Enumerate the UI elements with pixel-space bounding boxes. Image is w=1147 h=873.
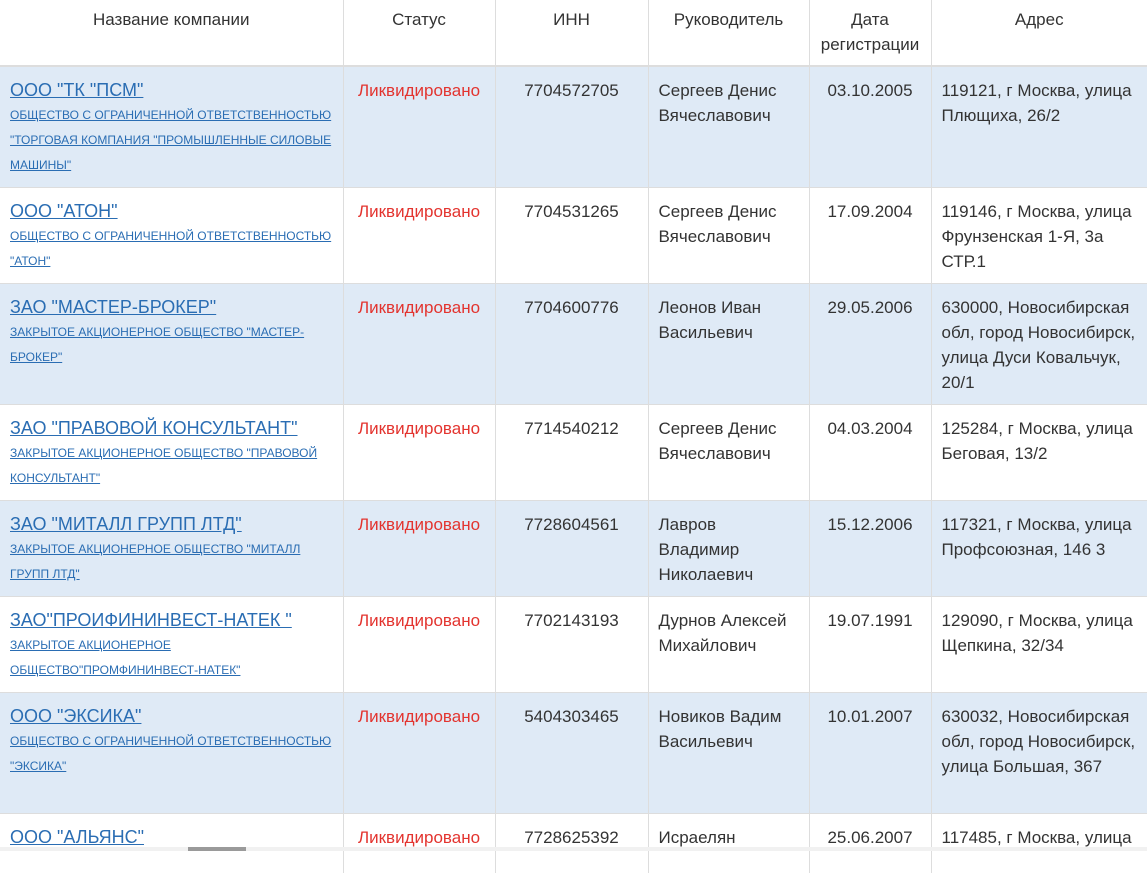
table-row: ООО "ЭКСИКА" ОБЩЕСТВО С ОГРАНИЧЕННОЙ ОТВ… (0, 691, 1147, 813)
company-name-cell: ЗАО "МИТАЛЛ ГРУПП ЛТД" ЗАКРЫТОЕ АКЦИОНЕР… (0, 499, 344, 596)
registration-date-cell: 17.09.2004 (809, 186, 932, 283)
inn-cell: 7704572705 (495, 65, 649, 187)
company-short-name-link[interactable]: ООО "ЭКСИКА" (10, 704, 337, 729)
company-name-cell: ЗАО "МАСТЕР-БРОКЕР" ЗАКРЫТОЕ АКЦИОНЕРНОЕ… (0, 282, 344, 404)
companies-table: Название компании Статус ИНН Руководител… (0, 0, 1147, 873)
header-address: Адрес (931, 0, 1147, 67)
company-full-name-link[interactable]: ЗАКРЫТОЕ АКЦИОНЕРНОЕ ОБЩЕСТВО "ПРАВОВОЙ … (10, 441, 337, 491)
company-name-cell: ЗАО"ПРОИФИНИНВЕСТ-НАТЕК " ЗАКРЫТОЕ АКЦИО… (0, 595, 344, 692)
registration-date-cell: 04.03.2004 (809, 403, 932, 500)
scrollbar-thumb[interactable] (188, 847, 246, 851)
address-cell: 119146, г Москва, улица Фрунзенская 1-Я,… (931, 186, 1147, 283)
header-company-name: Название компании (0, 0, 344, 67)
address-cell: 117485, г Москва, улица (931, 812, 1147, 873)
inn-cell: 7728625392 (495, 812, 649, 873)
registration-date-cell: 19.07.1991 (809, 595, 932, 692)
status-cell: Ликвидировано (343, 403, 496, 500)
table-row: ЗАО "МИТАЛЛ ГРУПП ЛТД" ЗАКРЫТОЕ АКЦИОНЕР… (0, 499, 1147, 596)
director-cell: Исраелян (648, 812, 810, 873)
company-short-name-link[interactable]: ЗАО "ПРАВОВОЙ КОНСУЛЬТАНТ" (10, 416, 337, 441)
table-row: ООО "АТОН" ОБЩЕСТВО С ОГРАНИЧЕННОЙ ОТВЕТ… (0, 186, 1147, 283)
registration-date-cell: 15.12.2006 (809, 499, 932, 596)
director-cell: Новиков Вадим Васильевич (648, 691, 810, 813)
status-cell: Ликвидировано (343, 65, 496, 187)
status-cell: Ликвидировано (343, 691, 496, 813)
header-director: Руководитель (648, 0, 810, 67)
registration-date-cell: 29.05.2006 (809, 282, 932, 404)
header-inn: ИНН (495, 0, 649, 67)
company-short-name-link[interactable]: ООО "АЛЬЯНС" (10, 825, 337, 850)
company-name-cell: ООО "ЭКСИКА" ОБЩЕСТВО С ОГРАНИЧЕННОЙ ОТВ… (0, 691, 344, 813)
table-row: ЗАО "МАСТЕР-БРОКЕР" ЗАКРЫТОЕ АКЦИОНЕРНОЕ… (0, 282, 1147, 404)
company-full-name-link[interactable]: ЗАКРЫТОЕ АКЦИОНЕРНОЕ ОБЩЕСТВО"ПРОМФИНИНВ… (10, 633, 337, 683)
header-row: Название компании Статус ИНН Руководител… (0, 0, 1147, 67)
table-row: ЗАО"ПРОИФИНИНВЕСТ-НАТЕК " ЗАКРЫТОЕ АКЦИО… (0, 595, 1147, 692)
status-cell: Ликвидировано (343, 282, 496, 404)
table-header: Название компании Статус ИНН Руководител… (0, 0, 1147, 67)
status-cell: Ликвидировано (343, 186, 496, 283)
company-short-name-link[interactable]: ЗАО "МИТАЛЛ ГРУПП ЛТД" (10, 512, 337, 537)
header-status: Статус (343, 0, 496, 67)
table-body: ООО "ТК "ПСМ" ОБЩЕСТВО С ОГРАНИЧЕННОЙ ОТ… (0, 65, 1147, 873)
director-cell: Сергеев Денис Вячеславович (648, 186, 810, 283)
address-cell: 119121, г Москва, улица Плющиха, 26/2 (931, 65, 1147, 187)
table-row: ООО "АЛЬЯНС" Ликвидировано 7728625392 Ис… (0, 812, 1147, 873)
director-cell: Сергеев Денис Вячеславович (648, 403, 810, 500)
registration-date-cell: 25.06.2007 (809, 812, 932, 873)
status-cell: Ликвидировано (343, 812, 496, 873)
inn-cell: 7704531265 (495, 186, 649, 283)
table-row: ЗАО "ПРАВОВОЙ КОНСУЛЬТАНТ" ЗАКРЫТОЕ АКЦИ… (0, 403, 1147, 500)
inn-cell: 7702143193 (495, 595, 649, 692)
table-row: ООО "ТК "ПСМ" ОБЩЕСТВО С ОГРАНИЧЕННОЙ ОТ… (0, 65, 1147, 187)
director-cell: Лавров Владимир Николаевич (648, 499, 810, 596)
company-full-name-link[interactable]: ЗАКРЫТОЕ АКЦИОНЕРНОЕ ОБЩЕСТВО "МИТАЛЛ ГР… (10, 537, 337, 587)
header-registration-date: Дата регистрации (809, 0, 932, 67)
inn-cell: 5404303465 (495, 691, 649, 813)
company-short-name-link[interactable]: ООО "АТОН" (10, 199, 337, 224)
inn-cell: 7704600776 (495, 282, 649, 404)
company-name-cell: ООО "ТК "ПСМ" ОБЩЕСТВО С ОГРАНИЧЕННОЙ ОТ… (0, 65, 344, 187)
company-short-name-link[interactable]: ЗАО"ПРОИФИНИНВЕСТ-НАТЕК " (10, 608, 337, 633)
company-short-name-link[interactable]: ЗАО "МАСТЕР-БРОКЕР" (10, 295, 337, 320)
company-name-cell: ООО "АЛЬЯНС" (0, 812, 344, 873)
director-cell: Дурнов Алексей Михайлович (648, 595, 810, 692)
company-name-cell: ЗАО "ПРАВОВОЙ КОНСУЛЬТАНТ" ЗАКРЫТОЕ АКЦИ… (0, 403, 344, 500)
address-cell: 125284, г Москва, улица Беговая, 13/2 (931, 403, 1147, 500)
company-full-name-link[interactable]: ОБЩЕСТВО С ОГРАНИЧЕННОЙ ОТВЕТСТВЕННОСТЬЮ… (10, 103, 337, 178)
registration-date-cell: 03.10.2005 (809, 65, 932, 187)
company-short-name-link[interactable]: ООО "ТК "ПСМ" (10, 78, 337, 103)
status-cell: Ликвидировано (343, 595, 496, 692)
company-full-name-link[interactable]: ОБЩЕСТВО С ОГРАНИЧЕННОЙ ОТВЕТСТВЕННОСТЬЮ… (10, 729, 337, 779)
inn-cell: 7714540212 (495, 403, 649, 500)
company-full-name-link[interactable]: ЗАКРЫТОЕ АКЦИОНЕРНОЕ ОБЩЕСТВО "МАСТЕР-БР… (10, 320, 337, 370)
address-cell: 117321, г Москва, улица Профсоюзная, 146… (931, 499, 1147, 596)
address-cell: 630000, Новосибирская обл, город Новосиб… (931, 282, 1147, 404)
director-cell: Сергеев Денис Вячеславович (648, 65, 810, 187)
horizontal-scrollbar[interactable] (0, 847, 1147, 851)
address-cell: 630032, Новосибирская обл, город Новосиб… (931, 691, 1147, 813)
address-cell: 129090, г Москва, улица Щепкина, 32/34 (931, 595, 1147, 692)
registration-date-cell: 10.01.2007 (809, 691, 932, 813)
status-cell: Ликвидировано (343, 499, 496, 596)
inn-cell: 7728604561 (495, 499, 649, 596)
director-cell: Леонов Иван Васильевич (648, 282, 810, 404)
company-full-name-link[interactable]: ОБЩЕСТВО С ОГРАНИЧЕННОЙ ОТВЕТСТВЕННОСТЬЮ… (10, 224, 337, 274)
company-name-cell: ООО "АТОН" ОБЩЕСТВО С ОГРАНИЧЕННОЙ ОТВЕТ… (0, 186, 344, 283)
